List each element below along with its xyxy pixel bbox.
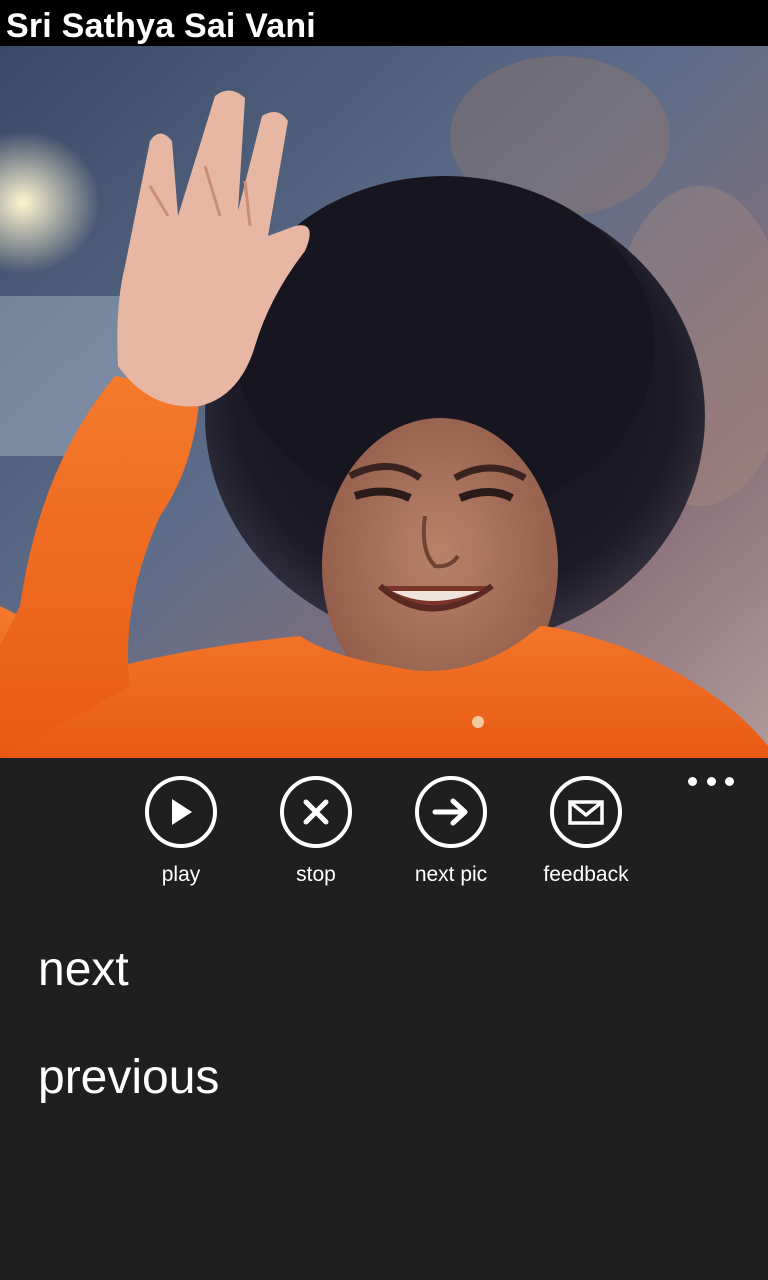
feedback-label: feedback [543,863,629,886]
ellipsis-dot [706,776,716,786]
close-icon [280,776,352,848]
next-pic-label: next pic [414,863,488,886]
menu-item-previous[interactable]: previous [38,1050,219,1106]
play-icon [145,776,217,848]
ellipsis-icon[interactable] [688,774,734,788]
play-button[interactable]: play [116,776,246,896]
stop-button[interactable]: stop [251,776,381,896]
stop-label: stop [296,863,336,886]
arrow-right-icon [415,776,487,848]
play-label: play [161,863,201,886]
feedback-button[interactable]: feedback [521,776,651,896]
next-pic-button[interactable]: next pic [386,776,516,896]
portrait-photo [0,46,768,758]
ellipsis-dot [725,776,734,786]
title-bar: Sri Sathya Sai Vani [0,0,768,46]
app-bar: play stop next pic feedback [0,758,768,918]
ellipsis-dot [688,776,697,786]
menu-item-next[interactable]: next [38,942,129,998]
app-title: Sri Sathya Sai Vani [6,7,316,45]
mail-icon [550,776,622,848]
